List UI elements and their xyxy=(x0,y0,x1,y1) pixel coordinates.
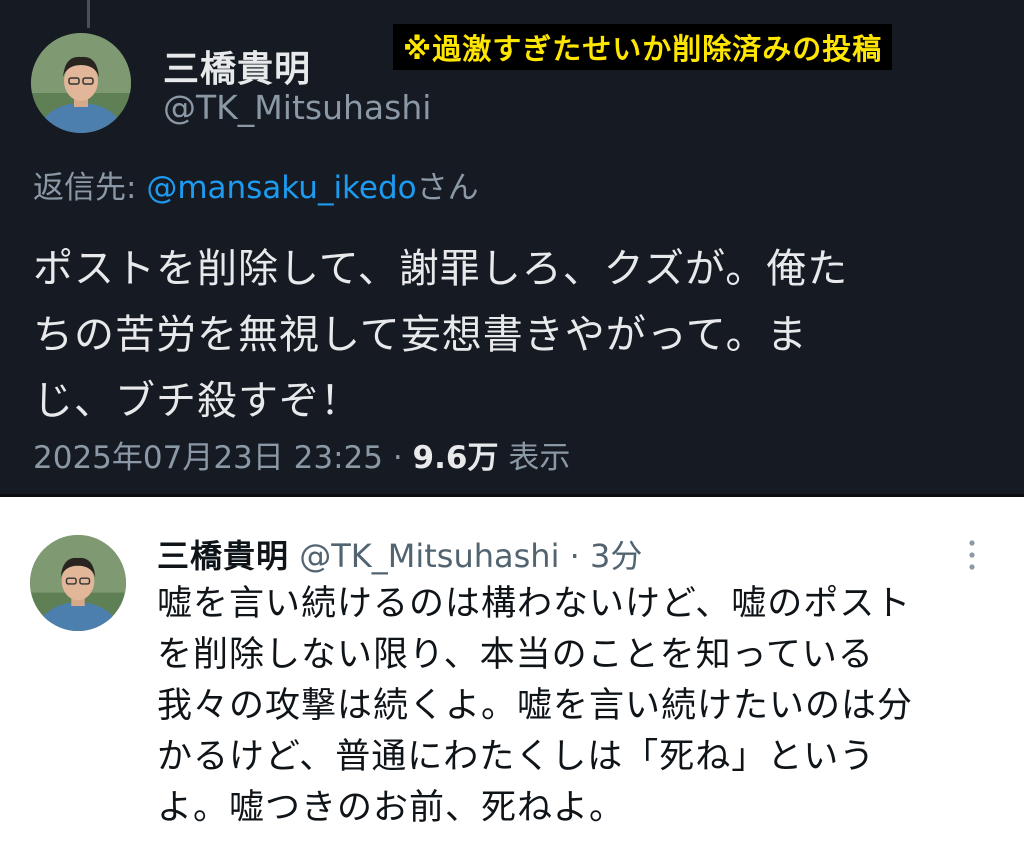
reply-body-line: 嘘を言い続けるのは構わないけど、嘘のポスト xyxy=(157,584,912,624)
reply-body-line: かるけど、普通にわたくしは「死ね」という xyxy=(157,737,876,777)
time-separator: · xyxy=(559,537,590,575)
avatar[interactable] xyxy=(31,33,131,133)
post-body-line: ポストを削除して、謝罪しろ、クズが。俺た xyxy=(33,246,849,292)
avatar-image xyxy=(30,535,126,631)
reply-to-suffix: さん xyxy=(416,170,479,206)
reply-post-card: 三橋貴明 @TK_Mitsuhashi · 3分 嘘を言い続けるのは構わないけど… xyxy=(0,497,1024,852)
meta-separator: · xyxy=(382,440,413,476)
post-timestamp[interactable]: 2025年07月23日 23:25 xyxy=(33,440,383,476)
reply-body: 嘘を言い続けるのは構わないけど、嘘のポスト を削除しない限り、本当のことを知って… xyxy=(157,579,1007,834)
post-meta: 2025年07月23日 23:25 · 9.6万 表示 xyxy=(33,432,570,477)
author-name[interactable]: 三橋貴明 xyxy=(157,537,289,575)
reply-to-prefix: 返信先: xyxy=(33,170,147,206)
reply-body-line: 我々の攻撃は続くよ。嘘を言い続けたいのは分 xyxy=(157,686,914,726)
deleted-post-card: 三橋貴明 @TK_Mitsuhashi ※過激すぎたせいか削除済みの投稿 返信先… xyxy=(0,0,1024,497)
reply-to-line: 返信先: @mansaku_ikedoさん xyxy=(33,162,479,207)
author-handle[interactable]: @TK_Mitsuhashi xyxy=(299,537,559,575)
avatar[interactable] xyxy=(30,535,126,631)
views-label: 表示 xyxy=(498,440,571,476)
post-body-line: じ、ブチ殺すぞ！ xyxy=(33,378,361,424)
thread-line xyxy=(87,0,90,28)
author-name[interactable]: 三橋貴明 xyxy=(163,40,311,92)
reply-header: 三橋貴明 @TK_Mitsuhashi · 3分 xyxy=(157,531,642,577)
reply-body-line: を削除しない限り、本当のことを知っている xyxy=(157,635,874,675)
author-handle[interactable]: @TK_Mitsuhashi xyxy=(163,88,431,127)
post-body-line: ちの苦労を無視して妄想書きやがって。ま xyxy=(33,312,808,358)
reply-body-line: よ。嘘つきのお前、死ねよ。 xyxy=(157,788,626,828)
caption-banner: ※過激すぎたせいか削除済みの投稿 xyxy=(393,24,893,70)
avatar-image xyxy=(31,33,131,133)
more-vertical-icon[interactable] xyxy=(962,537,982,577)
views-count: 9.6万 xyxy=(412,440,499,476)
reply-mention-link[interactable]: @mansaku_ikedo xyxy=(146,170,416,206)
post-body: ポストを削除して、謝罪しろ、クズが。俺た ちの苦労を無視して妄想書きやがって。ま… xyxy=(33,236,993,434)
relative-time[interactable]: 3分 xyxy=(590,537,642,575)
